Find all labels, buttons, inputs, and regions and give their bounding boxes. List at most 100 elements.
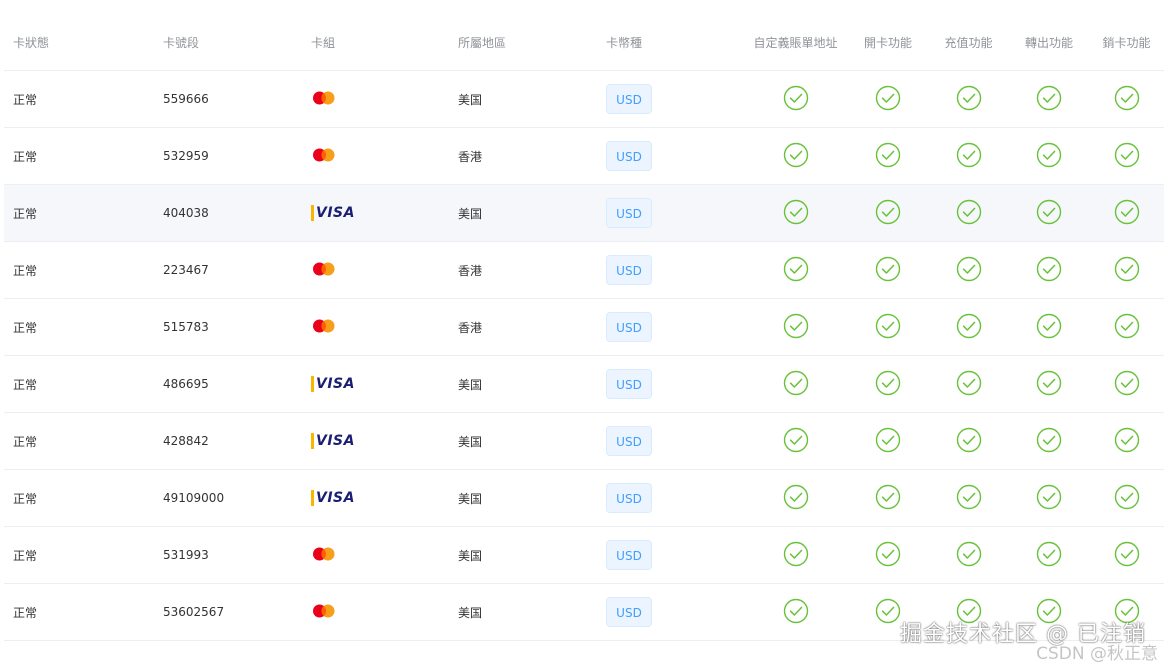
check-circle-icon — [875, 85, 901, 114]
cell-transfer-out — [1009, 412, 1089, 470]
table-row[interactable]: 正常 404038 VISA 美国 USD — [4, 184, 1164, 242]
visa-logo-icon: VISA — [311, 376, 355, 392]
cell-currency: USD — [597, 526, 743, 584]
currency-tag: USD — [606, 198, 652, 228]
visa-logo-icon: VISA — [311, 490, 355, 506]
visa-logo-icon: VISA — [311, 205, 355, 221]
check-circle-icon — [875, 427, 901, 456]
cell-transfer-out — [1009, 355, 1089, 413]
cell-custom-billing — [743, 469, 848, 527]
currency-tag: USD — [606, 84, 652, 114]
mastercard-logo-icon — [311, 318, 337, 337]
table-body: 正常 559666 美国 USD 正常 532959 香港 USD 正常 404038 VISA 美国… — [4, 70, 1164, 641]
check-circle-icon — [783, 541, 809, 570]
currency-tag: USD — [606, 255, 652, 285]
cell-cancel-card — [1089, 184, 1164, 242]
check-circle-icon — [956, 256, 982, 285]
cell-card-status: 正常 — [4, 298, 154, 356]
table-row[interactable]: 正常 486695 VISA 美国 USD — [4, 355, 1164, 413]
currency-tag: USD — [606, 483, 652, 513]
cell-card-group: VISA — [302, 469, 449, 527]
cell-card-group — [302, 298, 449, 356]
cell-transfer-out — [1009, 241, 1089, 299]
table-row[interactable]: 正常 515783 香港 USD — [4, 298, 1164, 356]
cell-card-group: VISA — [302, 184, 449, 242]
check-circle-icon — [783, 85, 809, 114]
cell-transfer-out — [1009, 70, 1089, 128]
check-circle-icon — [875, 370, 901, 399]
check-circle-icon — [783, 598, 809, 627]
cell-open-card — [848, 70, 928, 128]
cell-open-card — [848, 127, 928, 185]
cell-card-bin: 559666 — [154, 70, 302, 128]
cell-card-bin: 53602567 — [154, 583, 302, 641]
cell-card-group — [302, 526, 449, 584]
cell-cancel-card — [1089, 469, 1164, 527]
check-circle-icon — [783, 199, 809, 228]
cell-region: 美国 — [449, 583, 597, 641]
cell-custom-billing — [743, 298, 848, 356]
check-circle-icon — [783, 256, 809, 285]
check-circle-icon — [1114, 256, 1140, 285]
cell-card-status: 正常 — [4, 355, 154, 413]
cell-card-status: 正常 — [4, 412, 154, 470]
cell-region: 美国 — [449, 469, 597, 527]
cell-custom-billing — [743, 241, 848, 299]
cell-region: 美国 — [449, 526, 597, 584]
check-circle-icon — [1036, 85, 1062, 114]
header-cancel-card: 銷卡功能 — [1089, 14, 1164, 71]
cell-card-group — [302, 70, 449, 128]
table-row[interactable]: 正常 223467 香港 USD — [4, 241, 1164, 299]
cell-card-group: VISA — [302, 412, 449, 470]
cell-currency: USD — [597, 241, 743, 299]
watermark-sub-text: CSDN @秋正意 — [1036, 644, 1158, 664]
cell-recharge — [928, 184, 1009, 242]
cell-transfer-out — [1009, 298, 1089, 356]
table-row[interactable]: 正常 559666 美国 USD — [4, 70, 1164, 128]
check-circle-icon — [783, 313, 809, 342]
check-circle-icon — [783, 370, 809, 399]
table-row[interactable]: 正常 532959 香港 USD — [4, 127, 1164, 185]
check-circle-icon — [875, 199, 901, 228]
check-circle-icon — [956, 85, 982, 114]
cell-card-bin: 515783 — [154, 298, 302, 356]
check-circle-icon — [875, 313, 901, 342]
check-circle-icon — [956, 313, 982, 342]
cell-region: 美国 — [449, 184, 597, 242]
mastercard-logo-icon — [311, 261, 337, 280]
card-bin-table: 卡狀態 卡號段 卡組 所屬地區 卡幣種 自定義賬單地址 開卡功能 充值功能 轉出… — [4, 14, 1164, 641]
table-row[interactable]: 正常 49109000 VISA 美国 USD — [4, 469, 1164, 527]
currency-tag: USD — [606, 141, 652, 171]
cell-region: 美国 — [449, 70, 597, 128]
cell-recharge — [928, 526, 1009, 584]
cell-currency: USD — [597, 298, 743, 356]
currency-tag: USD — [606, 369, 652, 399]
check-circle-icon — [1036, 484, 1062, 513]
cell-open-card — [848, 298, 928, 356]
check-circle-icon — [783, 427, 809, 456]
cell-card-bin: 531993 — [154, 526, 302, 584]
cell-card-status: 正常 — [4, 184, 154, 242]
cell-transfer-out — [1009, 127, 1089, 185]
cell-custom-billing — [743, 70, 848, 128]
cell-currency: USD — [597, 469, 743, 527]
cell-custom-billing — [743, 127, 848, 185]
check-circle-icon — [1114, 427, 1140, 456]
check-circle-icon — [1114, 313, 1140, 342]
check-circle-icon — [1036, 199, 1062, 228]
cell-card-group: VISA — [302, 355, 449, 413]
cell-cancel-card — [1089, 127, 1164, 185]
check-circle-icon — [1114, 142, 1140, 171]
cell-region: 香港 — [449, 298, 597, 356]
header-card-status: 卡狀態 — [4, 14, 154, 71]
check-circle-icon — [875, 256, 901, 285]
cell-custom-billing — [743, 184, 848, 242]
table-row[interactable]: 正常 531993 美国 USD — [4, 526, 1164, 584]
cell-recharge — [928, 70, 1009, 128]
table-header-row: 卡狀態 卡號段 卡組 所屬地區 卡幣種 自定義賬單地址 開卡功能 充值功能 轉出… — [4, 14, 1164, 71]
cell-transfer-out — [1009, 526, 1089, 584]
check-circle-icon — [875, 142, 901, 171]
cell-transfer-out — [1009, 184, 1089, 242]
table-row[interactable]: 正常 428842 VISA 美国 USD — [4, 412, 1164, 470]
cell-card-status: 正常 — [4, 127, 154, 185]
